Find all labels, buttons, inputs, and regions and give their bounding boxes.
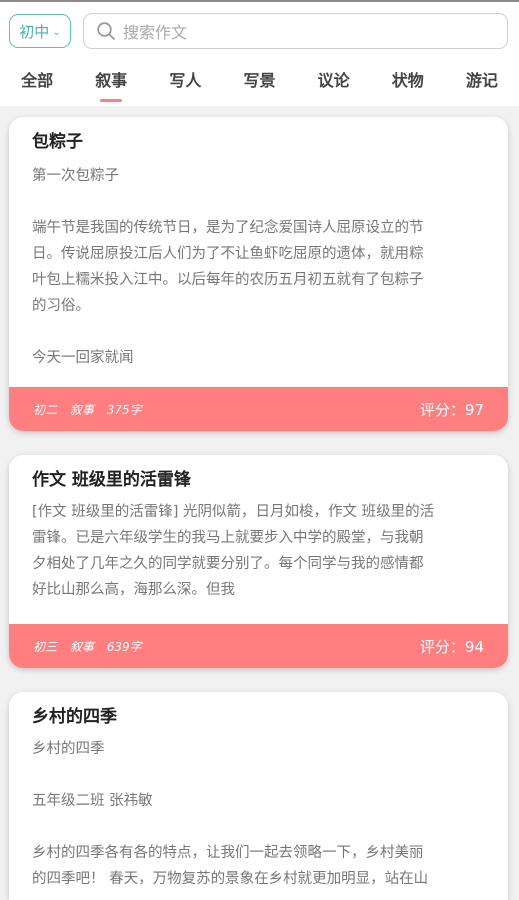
essay-word-count: 375字 — [106, 402, 142, 417]
essay-line: 端午节是我国的传统节日，是为了纪念爱国诗人屈原设立的节 — [32, 220, 424, 236]
grade-selector-button[interactable]: 初中 ⌄ — [9, 14, 71, 48]
essay-line: 好比山那么高，海那么深。但我 — [32, 582, 235, 598]
category-tabs: 全部 叙事 写人 写景 议论 状物 游记 — [0, 60, 519, 106]
tab-scenery[interactable]: 写景 — [222, 60, 296, 106]
essay-line: 雷锋。已是六年级学生的我马上就要步入中学的殿堂，与我朝 — [32, 530, 424, 546]
search-icon — [97, 22, 115, 40]
tab-narrative[interactable]: 叙事 — [74, 60, 148, 106]
essay-line: 乡村的四季各有各的特点，让我们一起去领略一下，乡村美丽 — [32, 845, 424, 861]
essay-line: 的四季吧！ 春天，万物复苏的景象在乡村就更加明显，站在山 — [32, 871, 429, 887]
header-bar: 初中 ⌄ 搜索作文 — [0, 2, 519, 60]
essay-category: 叙事 — [69, 639, 94, 654]
essay-meta: 初二 叙事 375字 — [33, 401, 151, 418]
search-placeholder: 搜索作文 — [123, 23, 188, 42]
essay-card[interactable]: 作文 班级里的活雷锋 [作文 班级里的活雷锋] 光阴似箭，日月如梭，作文 班级里… — [9, 455, 508, 668]
essay-line: 日。传说屈原投江后人们为了不让鱼虾吃屈原的遗体，就用粽 — [32, 246, 424, 262]
essay-word-count: 639字 — [106, 639, 142, 654]
essay-title: 包粽子 — [32, 132, 83, 152]
essay-grade: 初三 — [33, 639, 58, 654]
essay-card[interactable]: 包粽子 第一次包粽子 端午节是我国的传统节日，是为了纪念爱国诗人屈原设立的节 日… — [9, 117, 508, 431]
essay-line — [32, 814, 485, 840]
essay-score: 评分：94 — [419, 637, 484, 656]
essay-title: 作文 班级里的活雷锋 — [32, 470, 191, 490]
tab-objects[interactable]: 状物 — [371, 60, 445, 106]
essay-card[interactable]: 乡村的四季 乡村的四季 五年级二班 张祎敏 乡村的四季各有各的特点，让我们一起去… — [9, 692, 508, 900]
chevron-down-icon: ⌄ — [52, 26, 61, 38]
essay-meta: 初三 叙事 639字 — [33, 638, 151, 655]
tab-people[interactable]: 写人 — [148, 60, 222, 106]
search-input[interactable]: 搜索作文 — [83, 13, 508, 49]
essay-title: 乡村的四季 — [32, 707, 117, 727]
grade-label: 初中 — [19, 22, 50, 41]
essay-line: 的习俗。 — [32, 298, 90, 314]
essay-category: 叙事 — [69, 402, 94, 417]
tab-travel[interactable]: 游记 — [445, 60, 519, 106]
essay-line: [作文 班级里的活雷锋] 光阴似箭，日月如梭，作文 班级里的活 — [32, 504, 435, 520]
essay-line: 叶包上糯米投入江中。以后每年的农历五月初五就有了包粽子 — [32, 272, 424, 288]
tab-argument[interactable]: 议论 — [297, 60, 371, 106]
tab-all[interactable]: 全部 — [0, 60, 74, 106]
essay-score: 评分：97 — [419, 400, 484, 419]
essay-line — [32, 319, 485, 345]
essay-line: 五年级二班 张祎敏 — [32, 793, 153, 809]
essay-line — [32, 189, 485, 215]
essay-footer: 初二 叙事 375字 评分：97 — [9, 387, 508, 431]
essay-line — [32, 762, 485, 788]
essay-line: 夕相处了几年之久的同学就要分别了。每个同学与我的感情都 — [32, 556, 424, 572]
essay-footer: 初三 叙事 639字 评分：94 — [9, 624, 508, 668]
essay-grade: 初二 — [33, 402, 58, 417]
essay-line: 第一次包粽子 — [32, 168, 119, 184]
essay-line: 乡村的四季 — [32, 741, 105, 757]
essay-line: 今天一回家就闻 — [32, 350, 134, 366]
